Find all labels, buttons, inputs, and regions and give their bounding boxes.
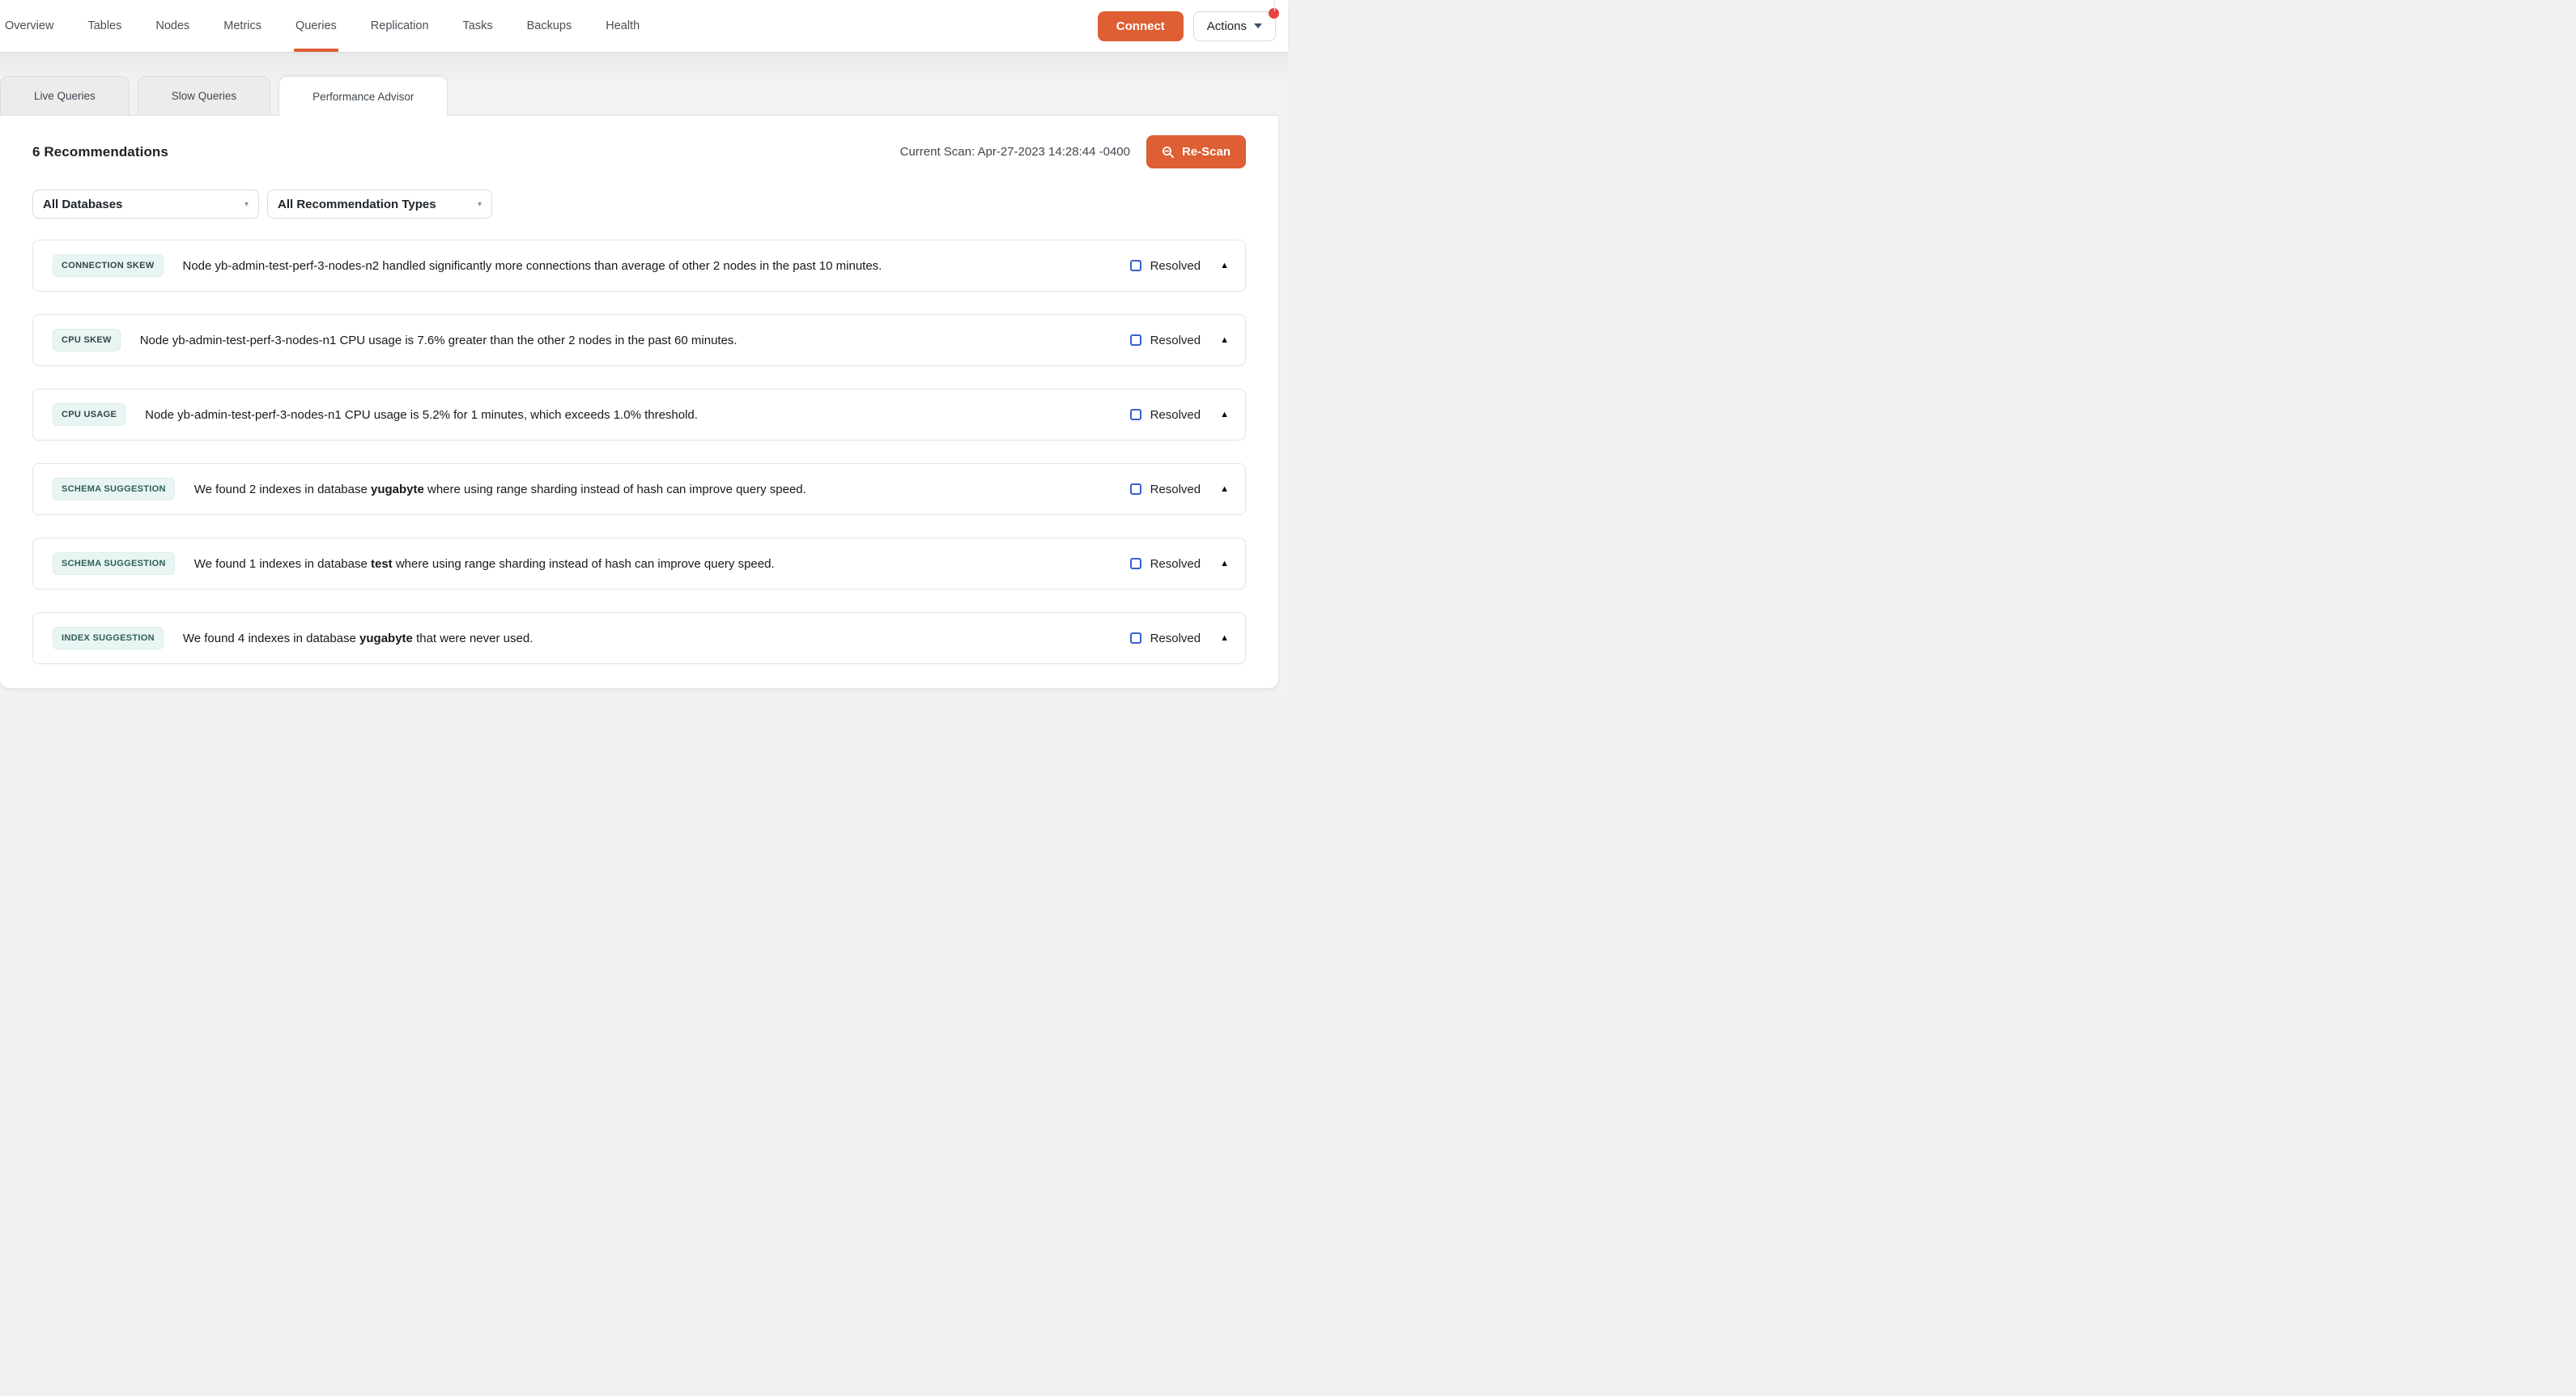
performance-advisor-panel: 6 Recommendations Current Scan: Apr-27-2… bbox=[0, 115, 1278, 688]
caret-down-icon: ▾ bbox=[478, 200, 482, 209]
resolved-checkbox[interactable] bbox=[1130, 483, 1141, 495]
rescan-button-label: Re-Scan bbox=[1182, 145, 1231, 159]
nav-item-health[interactable]: Health bbox=[606, 0, 640, 52]
tab-performance-advisor[interactable]: Performance Advisor bbox=[278, 76, 448, 116]
triangle-up-icon[interactable]: ▲ bbox=[1220, 485, 1229, 494]
recommendation-card-cpu-skew[interactable]: CPU SKEW Node yb-admin-test-perf-3-nodes… bbox=[32, 314, 1246, 366]
recommendation-card-connection-skew[interactable]: CONNECTION SKEW Node yb-admin-test-perf-… bbox=[32, 240, 1246, 292]
recommendation-summary: We found 1 indexes in database test wher… bbox=[194, 557, 775, 571]
card-controls: Resolved ▲ bbox=[1130, 408, 1229, 422]
chevron-down-icon bbox=[1254, 23, 1262, 28]
resolved-label: Resolved bbox=[1150, 557, 1201, 571]
triangle-up-icon[interactable]: ▲ bbox=[1220, 560, 1229, 568]
universe-navbar: Overview Tables Nodes Metrics Queries Re… bbox=[0, 0, 1288, 52]
card-controls: Resolved ▲ bbox=[1130, 334, 1229, 347]
tab-slow-queries[interactable]: Slow Queries bbox=[138, 76, 270, 115]
resolved-checkbox[interactable] bbox=[1130, 632, 1141, 644]
recommendations-count-heading: 6 Recommendations bbox=[32, 144, 168, 160]
nav-item-tasks[interactable]: Tasks bbox=[463, 0, 493, 52]
recommendation-type-badge: SCHEMA SUGGESTION bbox=[53, 478, 175, 500]
recommendation-card-schema-suggestion-2[interactable]: SCHEMA SUGGESTION We found 1 indexes in … bbox=[32, 538, 1246, 589]
current-scan-timestamp: Current Scan: Apr-27-2023 14:28:44 -0400 bbox=[900, 145, 1130, 159]
resolved-label: Resolved bbox=[1150, 334, 1201, 347]
triangle-up-icon[interactable]: ▲ bbox=[1220, 634, 1229, 643]
triangle-up-icon[interactable]: ▲ bbox=[1220, 411, 1229, 419]
card-controls: Resolved ▲ bbox=[1130, 632, 1229, 645]
resolved-label: Resolved bbox=[1150, 483, 1201, 496]
database-filter-select[interactable]: All Databases ▾ bbox=[32, 189, 259, 219]
recommendation-summary: We found 4 indexes in database yugabyte … bbox=[183, 632, 533, 645]
recommendation-type-filter-value: All Recommendation Types bbox=[278, 198, 436, 211]
tab-live-queries[interactable]: Live Queries bbox=[0, 76, 130, 115]
connect-button[interactable]: Connect bbox=[1098, 11, 1184, 41]
database-filter-value: All Databases bbox=[43, 198, 122, 211]
advisor-filters: All Databases ▾ All Recommendation Types… bbox=[32, 189, 1246, 219]
triangle-up-icon[interactable]: ▲ bbox=[1220, 336, 1229, 345]
card-controls: Resolved ▲ bbox=[1130, 483, 1229, 496]
recommendation-summary: Node yb-admin-test-perf-3-nodes-n1 CPU u… bbox=[140, 334, 738, 347]
resolved-checkbox[interactable] bbox=[1130, 260, 1141, 271]
nav-item-replication[interactable]: Replication bbox=[371, 0, 429, 52]
nav-items: Overview Tables Nodes Metrics Queries Re… bbox=[5, 0, 640, 52]
nav-actions-group: Connect Actions bbox=[1098, 11, 1276, 41]
recommendation-card-schema-suggestion-1[interactable]: SCHEMA SUGGESTION We found 2 indexes in … bbox=[32, 463, 1246, 515]
recommendation-card-cpu-usage[interactable]: CPU USAGE Node yb-admin-test-perf-3-node… bbox=[32, 389, 1246, 441]
nav-item-overview[interactable]: Overview bbox=[5, 0, 53, 52]
recommendation-type-badge: INDEX SUGGESTION bbox=[53, 627, 164, 649]
queries-subtabs: Live Queries Slow Queries Performance Ad… bbox=[0, 52, 1288, 115]
resolved-label: Resolved bbox=[1150, 408, 1201, 422]
recommendation-summary: We found 2 indexes in database yugabyte … bbox=[194, 483, 806, 496]
card-controls: Resolved ▲ bbox=[1130, 259, 1229, 273]
actions-button[interactable]: Actions bbox=[1193, 11, 1276, 41]
recommendation-summary: Node yb-admin-test-perf-3-nodes-n2 handl… bbox=[183, 259, 882, 273]
recommendation-type-badge: CPU SKEW bbox=[53, 329, 121, 351]
resolved-checkbox[interactable] bbox=[1130, 334, 1141, 346]
nav-item-backups[interactable]: Backups bbox=[527, 0, 572, 52]
resolved-checkbox[interactable] bbox=[1130, 409, 1141, 420]
recommendation-card-index-suggestion[interactable]: INDEX SUGGESTION We found 4 indexes in d… bbox=[32, 612, 1246, 664]
nav-item-tables[interactable]: Tables bbox=[87, 0, 121, 52]
nav-item-nodes[interactable]: Nodes bbox=[155, 0, 189, 52]
resolved-checkbox[interactable] bbox=[1130, 558, 1141, 569]
recommendation-list: CONNECTION SKEW Node yb-admin-test-perf-… bbox=[32, 240, 1246, 664]
card-controls: Resolved ▲ bbox=[1130, 557, 1229, 571]
recommendation-type-badge: SCHEMA SUGGESTION bbox=[53, 552, 175, 575]
triangle-up-icon[interactable]: ▲ bbox=[1220, 262, 1229, 270]
recommendation-summary: Node yb-admin-test-perf-3-nodes-n1 CPU u… bbox=[145, 408, 698, 422]
advisor-header: 6 Recommendations Current Scan: Apr-27-2… bbox=[32, 135, 1246, 168]
resolved-label: Resolved bbox=[1150, 259, 1201, 273]
resolved-label: Resolved bbox=[1150, 632, 1201, 645]
scan-controls: Current Scan: Apr-27-2023 14:28:44 -0400… bbox=[900, 135, 1246, 168]
recommendation-type-badge: CONNECTION SKEW bbox=[53, 254, 164, 277]
top-right-divider bbox=[1274, 0, 1275, 11]
recommendation-type-badge: CPU USAGE bbox=[53, 403, 125, 426]
magnifier-icon bbox=[1162, 146, 1175, 159]
nav-item-metrics[interactable]: Metrics bbox=[223, 0, 261, 52]
caret-down-icon: ▾ bbox=[244, 200, 249, 209]
actions-button-label: Actions bbox=[1207, 19, 1247, 33]
recommendation-type-filter-select[interactable]: All Recommendation Types ▾ bbox=[267, 189, 492, 219]
rescan-button[interactable]: Re-Scan bbox=[1146, 135, 1246, 168]
nav-item-queries[interactable]: Queries bbox=[295, 0, 337, 52]
queries-page: Live Queries Slow Queries Performance Ad… bbox=[0, 52, 1288, 698]
